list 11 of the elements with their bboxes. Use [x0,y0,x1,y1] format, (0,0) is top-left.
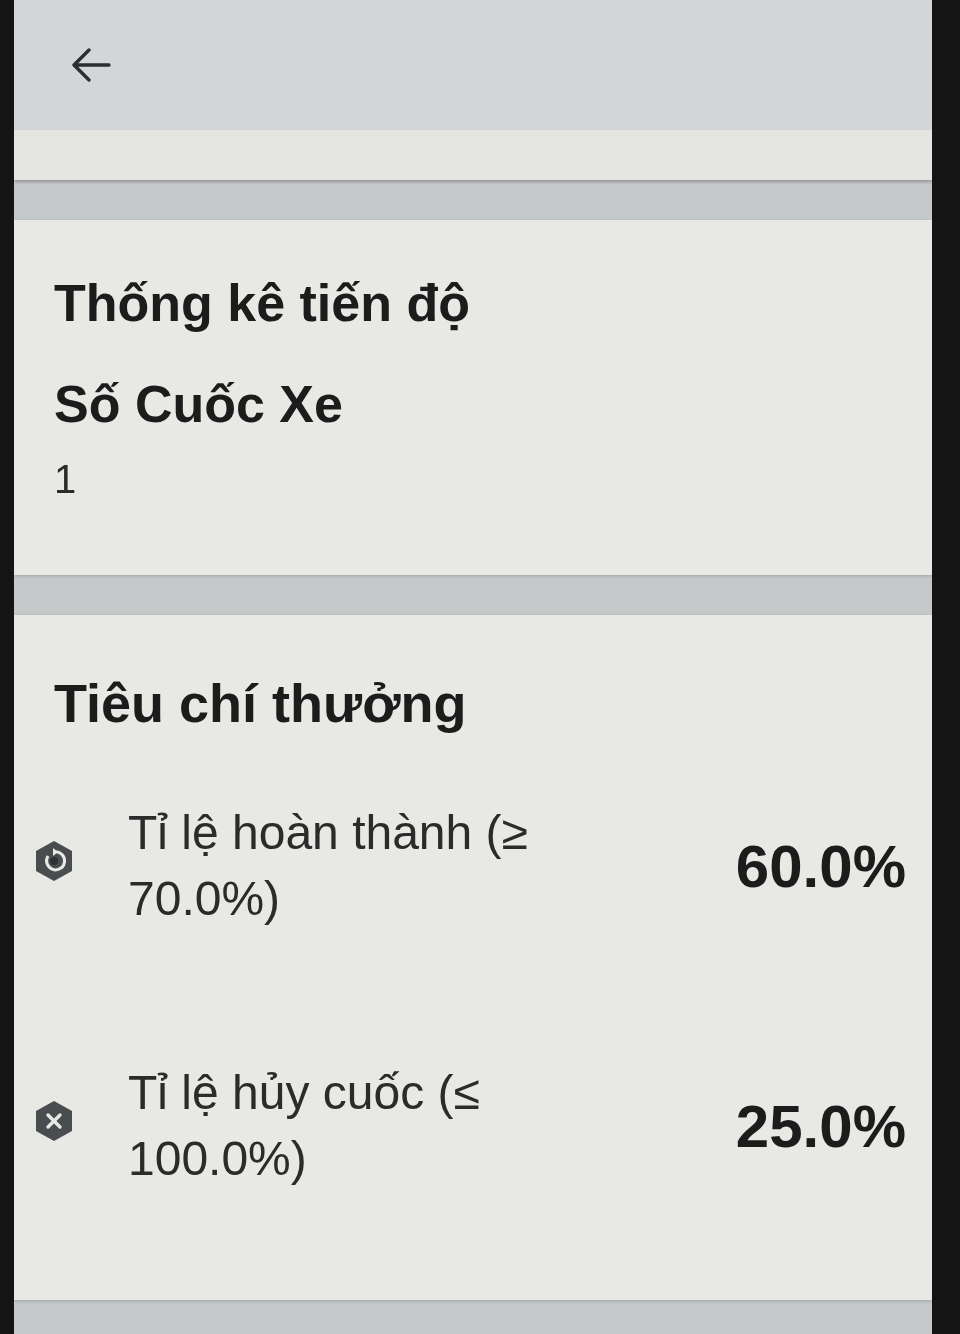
criterion-label: Tỉ lệ hoàn thành (≥ 70.0%) [128,805,529,927]
stat-value: 1 [53,457,78,501]
card-title: Tiêu chí thưởng [53,672,468,735]
criterion-value: 60.0% [735,831,906,901]
stat-label: Số Cuốc Xe [53,374,344,434]
card-title: Thống kê tiến độ [53,273,471,334]
criterion-value: 25.0% [735,1091,906,1161]
criterion-label: Tỉ lệ hủy cuốc (≤ 100.0%) [128,1065,481,1187]
hexagon-x-icon [36,1101,72,1141]
hexagon-circle-arrow-icon [36,841,72,881]
back-arrow-icon [71,48,111,82]
